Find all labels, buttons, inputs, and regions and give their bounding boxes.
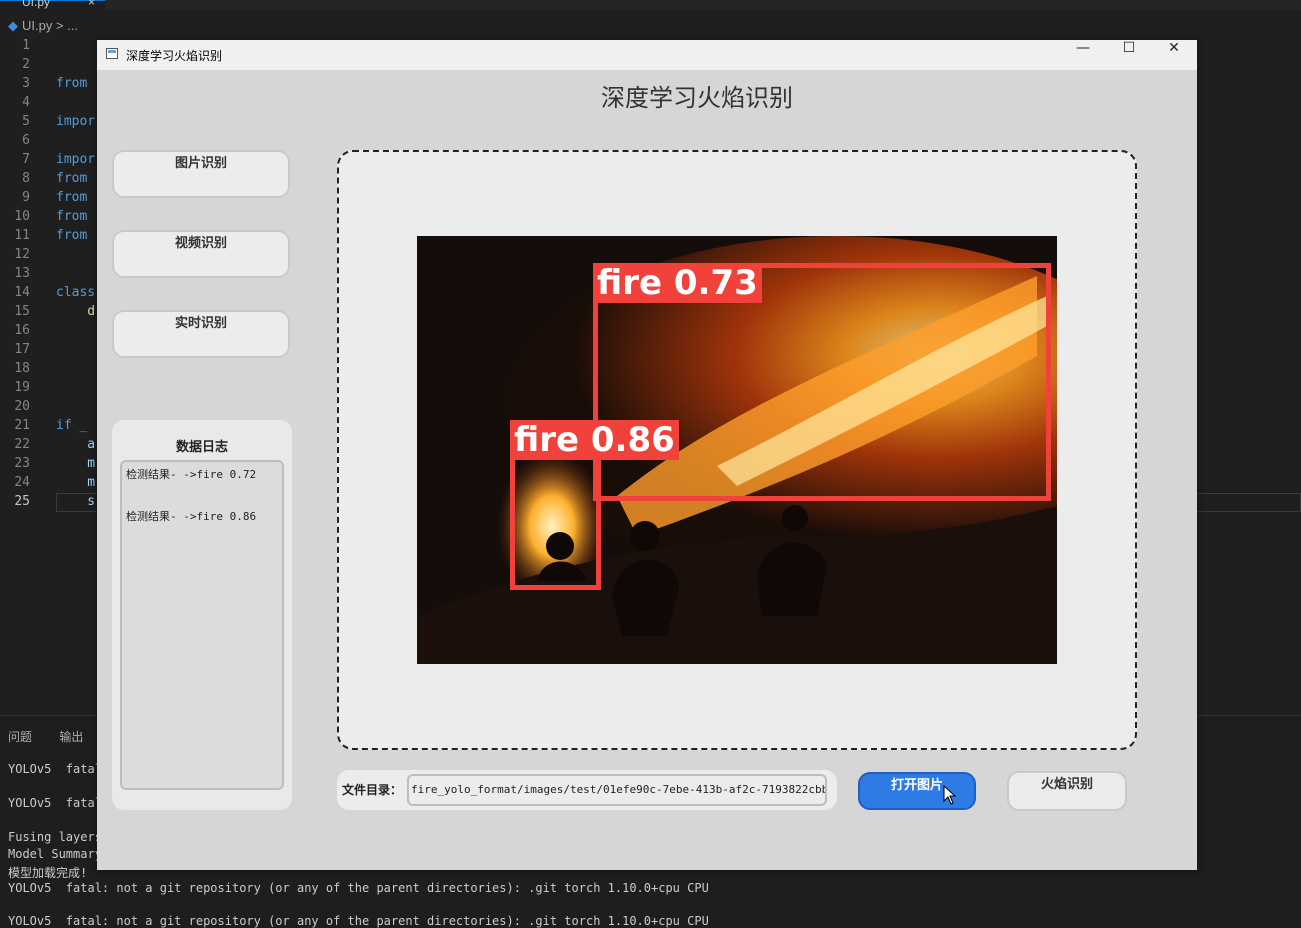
realtime-recognition-button[interactable]: 实时识别 <box>112 310 290 358</box>
code-line: if _ <box>56 418 88 433</box>
line-number: 16 <box>14 323 30 338</box>
tab-output[interactable]: 输出 <box>59 730 83 744</box>
line-number: 18 <box>14 361 30 376</box>
log-entry: 检测结果- ->fire 0.86 <box>126 510 257 523</box>
breadcrumb[interactable]: ◆ UI.py > ... <box>8 18 78 34</box>
terminal-line: Fusing layers <box>8 830 102 844</box>
app-window-icon <box>106 48 118 59</box>
terminal-line: YOLOv5 fatal: not a git repository (or a… <box>8 914 709 928</box>
line-number: 11 <box>14 228 30 243</box>
detection-result-image: fire 0.73 fire 0.86 <box>417 236 1057 664</box>
line-number: 6 <box>22 133 30 148</box>
maximize-button[interactable]: ☐ <box>1106 40 1152 70</box>
line-number: 3 <box>22 76 30 91</box>
file-path-bar: 文件目录： fire_yolo_format/images/test/01efe… <box>337 770 837 810</box>
code-line: impor <box>56 114 96 129</box>
line-number-gutter: 1 2 3 4 5 6 7 8 9 10 11 12 13 14 15 16 1… <box>0 38 40 513</box>
editor-tab-bar: UI.py × <box>0 0 1301 11</box>
log-entry: 检测结果- ->fire 0.72 <box>126 468 257 481</box>
data-log-title: 数据日志 <box>175 440 228 455</box>
line-number: 13 <box>14 266 30 281</box>
code-line: m <box>56 456 96 471</box>
open-image-button[interactable]: 打开图片 <box>858 772 976 810</box>
editor-tab-label: UI.py <box>22 0 51 9</box>
window-title: 深度学习火焰识别 <box>126 49 223 63</box>
line-number: 20 <box>14 399 30 414</box>
line-number: 9 <box>22 190 30 205</box>
terminal-line: 模型加载完成! <box>8 866 88 880</box>
detection-label-2: fire 0.86 <box>510 420 679 460</box>
line-number: 25 <box>14 494 30 509</box>
line-number: 5 <box>22 114 30 129</box>
code-line: a <box>56 437 96 452</box>
file-path-label: 文件目录： <box>342 783 403 797</box>
data-log-panel: 数据日志 检测结果- ->fire 0.72 检测结果- ->fire 0.86 <box>112 420 292 810</box>
code-line: m <box>56 475 96 490</box>
breadcrumb-text: UI.py > ... <box>22 18 78 33</box>
line-number: 1 <box>22 38 30 53</box>
editor-tab-ui-py[interactable]: UI.py × <box>0 0 105 11</box>
app-window: 深度学习火焰识别 — ☐ ✕ 深度学习火焰识别 图片识别 视频识别 实时识别 数… <box>97 40 1197 870</box>
code-line: from <box>56 76 88 91</box>
code-line: s <box>56 494 96 509</box>
image-recognition-button[interactable]: 图片识别 <box>112 150 290 198</box>
python-file-icon: ◆ <box>8 18 18 33</box>
terminal-line: YOLOv5 fatal <box>8 796 102 810</box>
line-number: 22 <box>14 437 30 452</box>
code-line: class <box>56 285 96 300</box>
line-number: 2 <box>22 57 30 72</box>
minimize-button[interactable]: — <box>1060 40 1106 70</box>
line-number: 15 <box>14 304 30 319</box>
terminal-line: Model Summary <box>8 847 102 861</box>
image-display-area: fire 0.73 fire 0.86 <box>337 150 1137 750</box>
close-button[interactable]: ✕ <box>1151 40 1197 70</box>
line-number: 23 <box>14 456 30 471</box>
code-editor[interactable]: from impor impor from from from from cla… <box>56 38 95 513</box>
line-number: 4 <box>22 95 30 110</box>
tab-problems[interactable]: 问题 <box>8 730 32 744</box>
fire-detect-button[interactable]: 火焰识别 <box>1007 771 1127 811</box>
line-number: 21 <box>14 418 30 433</box>
code-line: from <box>56 209 88 224</box>
title-bar[interactable]: 深度学习火焰识别 — ☐ ✕ <box>97 40 1197 70</box>
code-line: from <box>56 228 88 243</box>
data-log-textarea[interactable]: 检测结果- ->fire 0.72 检测结果- ->fire 0.86 <box>120 460 284 790</box>
detection-label-1: fire 0.73 <box>593 263 762 303</box>
mouse-pointer-icon <box>943 785 957 805</box>
code-line: impor <box>56 152 96 167</box>
page-title: 深度学习火焰识别 <box>601 84 793 112</box>
terminal-line: YOLOv5 fatal: not a git repository (or a… <box>8 881 709 895</box>
line-number: 24 <box>14 475 30 490</box>
video-recognition-button[interactable]: 视频识别 <box>112 230 290 278</box>
line-number: 12 <box>14 247 30 262</box>
code-line: from <box>56 171 88 186</box>
terminal-line: YOLOv5 fatal <box>8 762 102 776</box>
file-path-field[interactable]: fire_yolo_format/images/test/01efe90c-7e… <box>407 774 827 806</box>
line-number: 7 <box>22 152 30 167</box>
line-number: 19 <box>14 380 30 395</box>
line-number: 14 <box>14 285 30 300</box>
close-icon[interactable]: × <box>88 0 95 9</box>
line-number: 17 <box>14 342 30 357</box>
code-line: from <box>56 190 88 205</box>
line-number: 10 <box>14 209 30 224</box>
code-line: d <box>56 304 96 319</box>
line-number: 8 <box>22 171 30 186</box>
panel-tabs: 问题 输出 <box>8 728 107 745</box>
